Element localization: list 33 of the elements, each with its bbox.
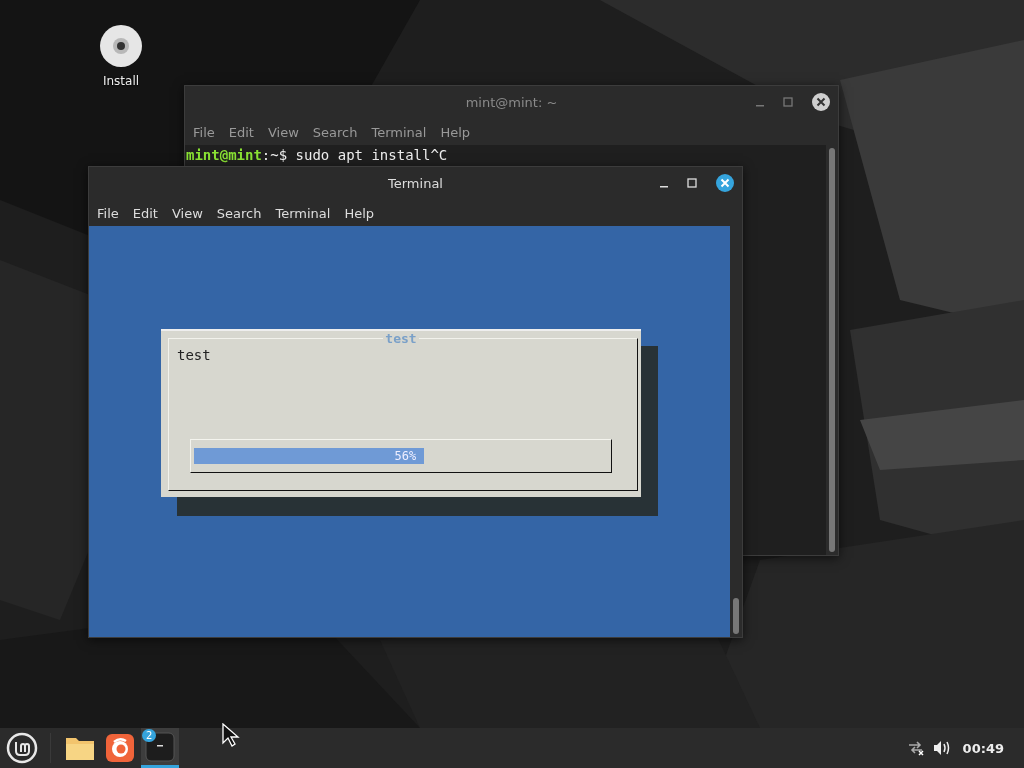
- menu-item[interactable]: File: [186, 124, 222, 140]
- menu-item[interactable]: Edit: [125, 205, 165, 221]
- terminal-line: mint@mint:~$ sudo apt install^C: [185, 146, 449, 165]
- window-title: Terminal: [388, 176, 443, 191]
- close-icon[interactable]: [811, 92, 831, 112]
- menu-item[interactable]: Terminal: [364, 124, 434, 140]
- pointer-icon: [222, 723, 240, 747]
- terminal-icon: [145, 731, 175, 762]
- disc-icon[interactable]: [99, 24, 143, 68]
- menu-logo-icon[interactable]: [6, 732, 38, 764]
- menu-item[interactable]: File: [90, 205, 126, 221]
- menu-item[interactable]: View: [260, 124, 306, 140]
- dialog-title: test: [383, 331, 419, 346]
- window-title: mint@mint: ~: [465, 95, 558, 110]
- network-disconnected-icon[interactable]: [906, 740, 925, 756]
- menu-item[interactable]: Search: [209, 205, 269, 221]
- menu-item[interactable]: Help: [337, 205, 382, 221]
- desktop-icon-label[interactable]: Install: [102, 74, 140, 88]
- menu-item[interactable]: Search: [305, 124, 365, 140]
- folder-icon: [65, 735, 95, 761]
- scrollbar[interactable]: [730, 226, 742, 637]
- clock[interactable]: 00:49: [962, 740, 1004, 756]
- menu-item[interactable]: Help: [433, 124, 478, 140]
- progress-reading: 56%: [394, 449, 418, 463]
- scrollbar[interactable]: [826, 145, 838, 555]
- volume-icon[interactable]: [932, 740, 951, 756]
- window-count-badge: 2: [142, 729, 157, 742]
- menu-item[interactable]: Edit: [221, 124, 261, 140]
- browser-icon: [106, 734, 134, 762]
- menu-item[interactable]: View: [164, 205, 210, 221]
- dialog-message: test: [177, 347, 211, 363]
- menu-item[interactable]: Terminal: [268, 205, 338, 221]
- close-icon[interactable]: [715, 173, 735, 193]
